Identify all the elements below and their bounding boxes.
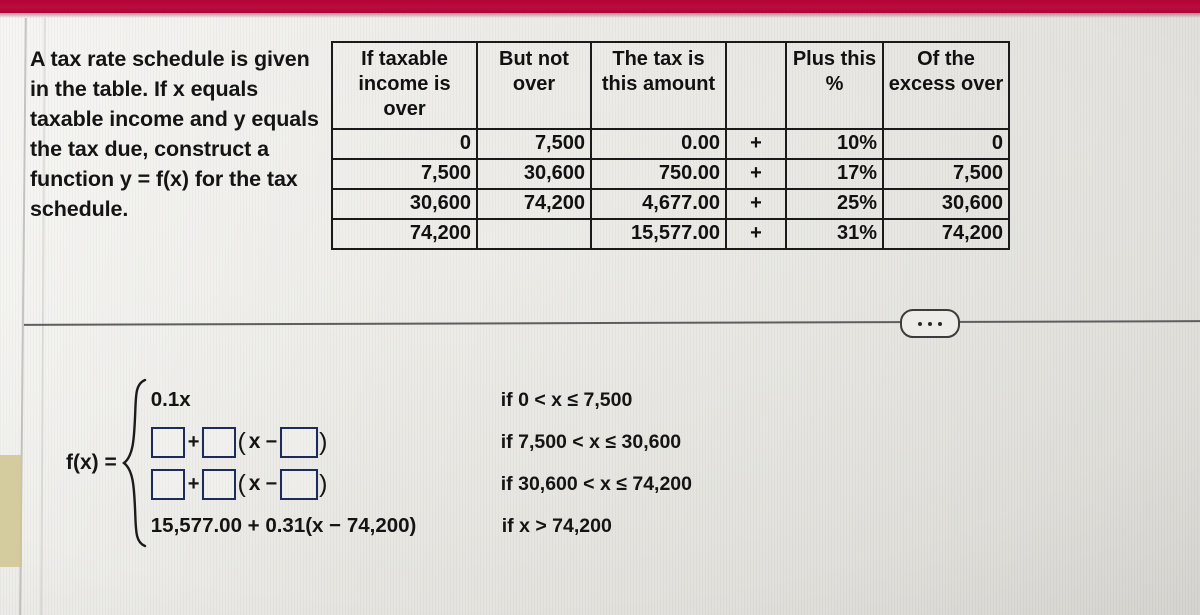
- cell-percent: 17%: [785, 158, 884, 190]
- case-2-open-paren: (: [237, 427, 246, 456]
- piecewise-case-list: 0.1x if 0 < x ≤ 7,500 + ( x − ) if 7,500…: [150, 379, 692, 547]
- cell-operator: +: [726, 128, 786, 160]
- cell-but-not-over: 30,600: [476, 158, 592, 190]
- list-item: + ( x − ) if 30,600 < x ≤ 74,200: [150, 463, 692, 505]
- case-3-expression: + ( x − ): [150, 468, 501, 500]
- cell-income-over: 74,200: [331, 218, 478, 250]
- tax-table-header-row: If taxable income is over But not over T…: [331, 41, 1010, 130]
- cell-but-not-over: [476, 218, 592, 250]
- ellipsis-icon: [918, 321, 922, 326]
- cell-operator: +: [726, 158, 786, 190]
- tax-table-body: 0 7,500 0.00 + 10% 0 7,500 30,600 750.00…: [331, 128, 1010, 250]
- ellipsis-icon: [928, 321, 932, 326]
- table-row: 0 7,500 0.00 + 10% 0: [331, 128, 1010, 160]
- case-2-plus-operator: +: [187, 430, 200, 453]
- left-edge-paper-patch: [0, 455, 22, 567]
- answer-input-2c[interactable]: [280, 426, 319, 458]
- cell-income-over: 7,500: [331, 158, 478, 190]
- cell-tax-amount: 750.00: [590, 158, 727, 190]
- app-top-accent-band: [0, 0, 1200, 13]
- column-header-operator-spacer: [725, 41, 787, 130]
- case-3-variable: x: [248, 472, 261, 495]
- cell-income-over: 0: [331, 128, 478, 160]
- case-3-condition: if 30,600 < x ≤ 74,200: [500, 472, 692, 495]
- answer-input-2a[interactable]: [150, 426, 185, 458]
- column-header-excess-over: Of the excess over: [882, 41, 1010, 130]
- cell-tax-amount: 0.00: [590, 128, 727, 160]
- question-prompt-text: A tax rate schedule is given in the tabl…: [30, 47, 319, 221]
- list-item: + ( x − ) if 7,500 < x ≤ 30,600: [150, 421, 692, 463]
- column-header-tax-amount: The tax is this amount: [590, 41, 727, 130]
- list-item: 15,577.00 + 0.31(x − 74,200) if x > 74,2…: [151, 505, 692, 547]
- answer-input-3c[interactable]: [280, 468, 319, 500]
- case-3-plus-operator: +: [187, 472, 200, 495]
- cell-excess-over: 0: [882, 128, 1010, 160]
- tax-schedule-table: If taxable income is over But not over T…: [331, 41, 1010, 250]
- case-2-close-paren: ): [319, 427, 328, 456]
- cell-percent: 25%: [785, 188, 884, 220]
- cell-percent: 10%: [785, 128, 884, 160]
- column-header-plus-percent: Plus this %: [785, 41, 884, 130]
- cell-excess-over: 74,200: [882, 218, 1010, 250]
- tax-schedule-table-container: If taxable income is over But not over T…: [331, 41, 1010, 250]
- more-options-button[interactable]: [900, 309, 960, 338]
- cell-but-not-over: 7,500: [476, 128, 592, 160]
- answer-input-3b[interactable]: [202, 468, 237, 500]
- case-4-condition: if x > 74,200: [501, 514, 612, 537]
- column-header-income-over: If taxable income is over: [331, 41, 478, 130]
- cell-operator: +: [726, 188, 786, 220]
- cell-tax-amount: 15,577.00: [590, 218, 727, 250]
- cell-tax-amount: 4,677.00: [590, 188, 727, 220]
- function-label: f(x) =: [66, 451, 117, 474]
- case-3-close-paren: ): [319, 469, 328, 498]
- case-2-expression: + ( x − ): [150, 426, 501, 458]
- case-1-expression: 0.1x: [150, 388, 191, 411]
- app-top-band-shadow: [0, 13, 1200, 18]
- case-2-variable: x: [248, 430, 261, 453]
- answer-input-3a[interactable]: [150, 468, 185, 500]
- cell-operator: +: [726, 218, 786, 250]
- tax-table-head: If taxable income is over But not over T…: [331, 41, 1010, 130]
- case-2-condition: if 7,500 < x ≤ 30,600: [500, 430, 682, 453]
- list-item: 0.1x if 0 < x ≤ 7,500: [151, 379, 692, 421]
- ellipsis-icon: [938, 321, 942, 326]
- case-3-open-paren: (: [237, 469, 246, 498]
- piecewise-function-answer: f(x) = 0.1x if 0 < x ≤ 7,500 + ( x − ) i…: [66, 378, 692, 548]
- cell-percent: 31%: [785, 218, 884, 250]
- table-row: 7,500 30,600 750.00 + 17% 7,500: [331, 158, 1010, 190]
- answer-input-2b[interactable]: [202, 426, 237, 458]
- cell-excess-over: 7,500: [882, 158, 1010, 190]
- case-2-minus-operator: −: [265, 430, 278, 453]
- case-3-minus-operator: −: [265, 472, 278, 495]
- cell-excess-over: 30,600: [882, 188, 1010, 220]
- case-1-condition: if 0 < x ≤ 7,500: [500, 388, 633, 411]
- table-row: 74,200 15,577.00 + 31% 74,200: [331, 218, 1010, 250]
- left-curly-brace: [121, 378, 147, 548]
- cell-but-not-over: 74,200: [476, 188, 592, 220]
- table-row: 30,600 74,200 4,677.00 + 25% 30,600: [331, 188, 1010, 220]
- cell-income-over: 30,600: [331, 188, 478, 220]
- column-header-but-not-over: But not over: [476, 41, 592, 130]
- case-4-expression: 15,577.00 + 0.31(x − 74,200): [150, 514, 417, 537]
